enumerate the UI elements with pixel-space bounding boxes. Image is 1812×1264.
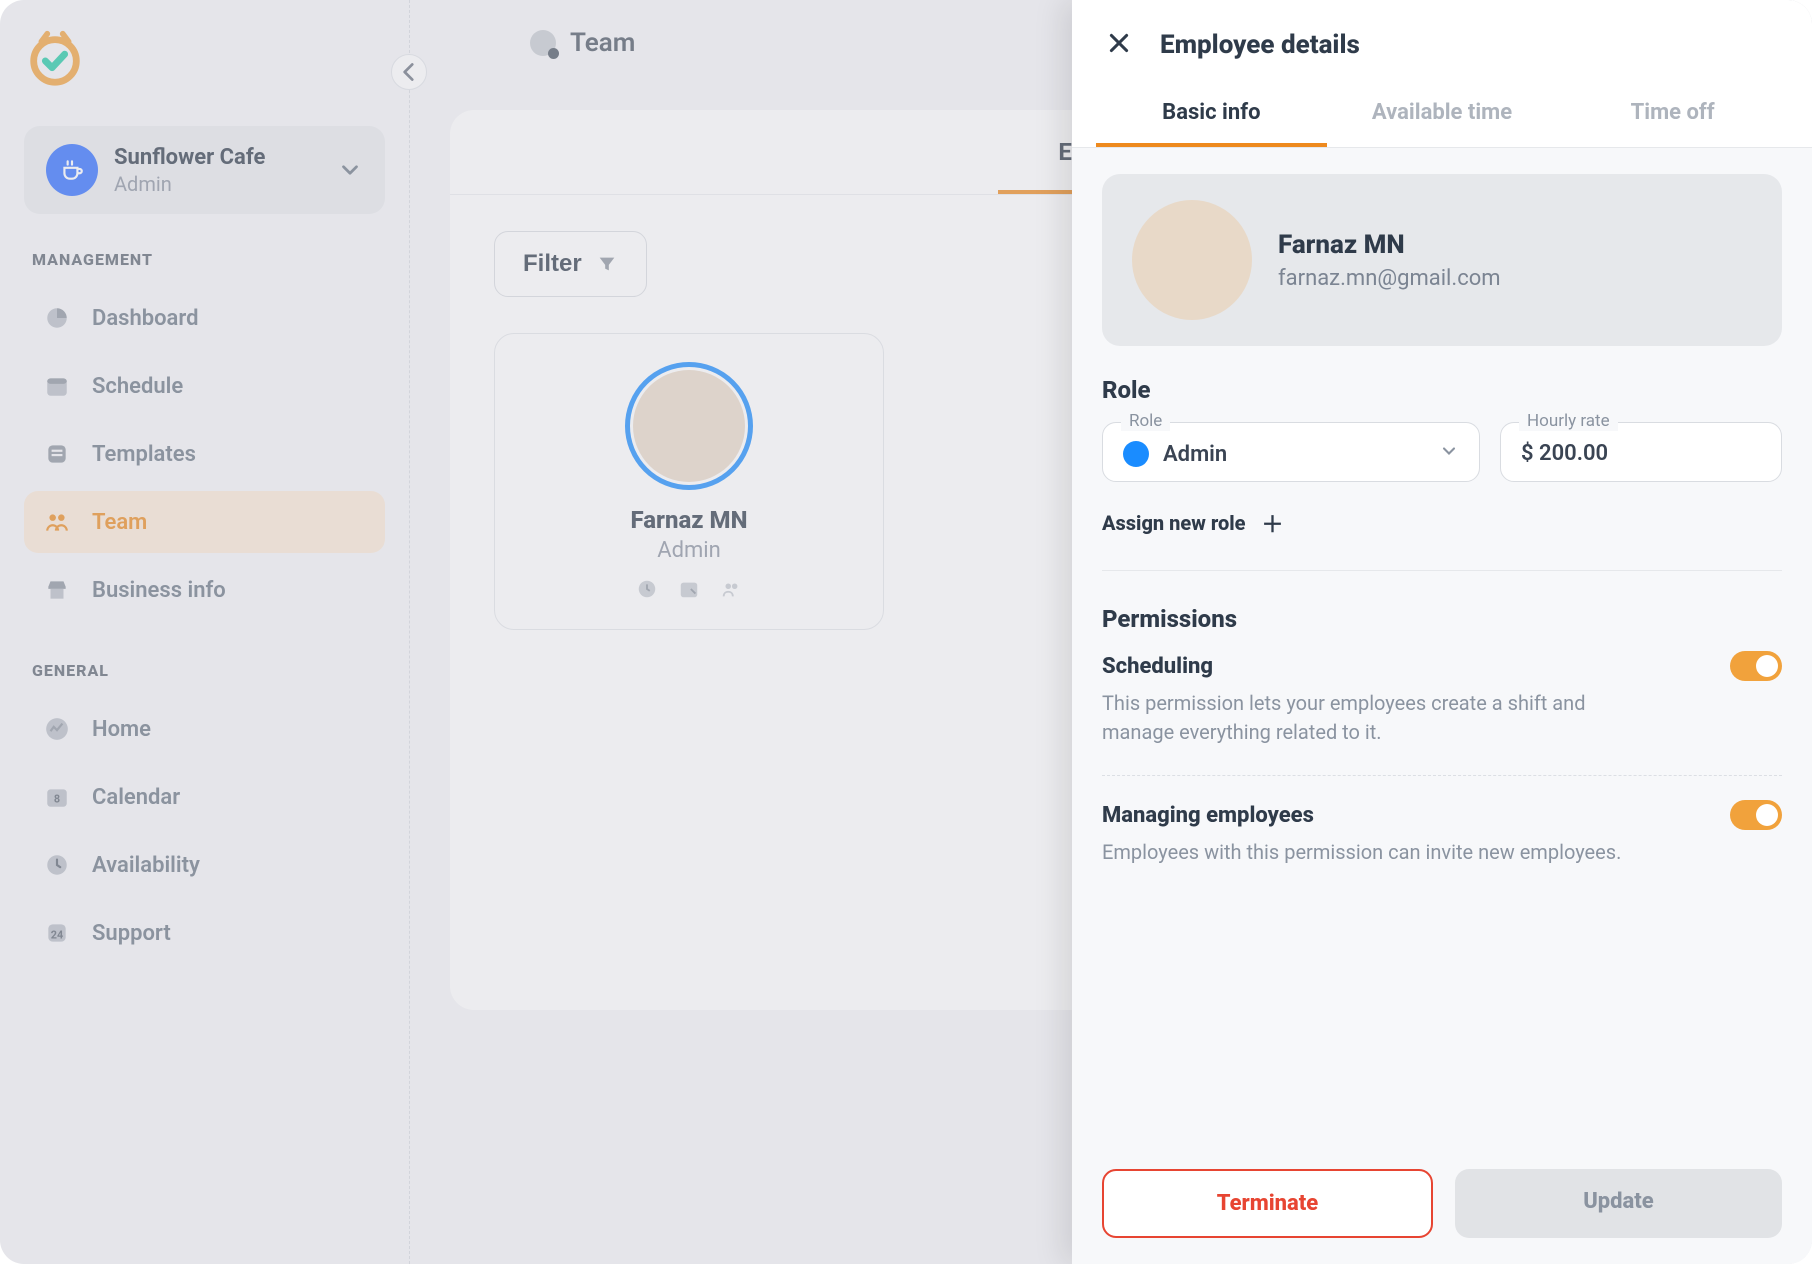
sidebar-item-label: Schedule <box>92 374 183 399</box>
calendar-day-icon: 8 <box>42 782 72 812</box>
people-icon <box>719 577 743 601</box>
sidebar-item-label: Dashboard <box>92 306 198 331</box>
workspace-role: Admin <box>114 172 321 196</box>
svg-text:8: 8 <box>54 792 60 805</box>
rate-value: $ 200.00 <box>1521 441 1761 466</box>
sidebar-item-home[interactable]: Home <box>24 698 385 760</box>
divider <box>1102 570 1782 571</box>
permission-title: Scheduling <box>1102 654 1213 679</box>
drawer-footer: Terminate Update <box>1072 1147 1812 1264</box>
sidebar-item-label: Templates <box>92 442 196 467</box>
permission-title: Managing employees <box>1102 803 1314 828</box>
workspace-icon <box>46 144 98 196</box>
close-icon <box>1106 30 1132 56</box>
employee-capabilities <box>635 577 743 601</box>
role-field-label: Role <box>1121 411 1170 431</box>
sidebar-item-label: Home <box>92 717 151 742</box>
person-avatar <box>1132 200 1252 320</box>
templates-icon <box>42 439 72 469</box>
sidebar-item-dashboard[interactable]: Dashboard <box>24 287 385 349</box>
assign-new-role-button[interactable]: Assign new role ＋ <box>1102 510 1782 536</box>
sidebar-item-calendar[interactable]: 8 Calendar <box>24 766 385 828</box>
sidebar-item-support[interactable]: 24 Support <box>24 902 385 964</box>
permission-managing-toggle[interactable] <box>1730 800 1782 830</box>
permission-managing-employees: Managing employees Employees with this p… <box>1102 800 1782 895</box>
chevron-down-icon <box>1439 441 1459 467</box>
rate-field-label: Hourly rate <box>1519 411 1618 431</box>
svg-text:24: 24 <box>51 928 63 941</box>
plus-icon: ＋ <box>1259 510 1285 536</box>
sidebar-item-label: Calendar <box>92 785 180 810</box>
app-root: Sunflower Cafe Admin MANAGEMENT Dashboar… <box>0 0 1812 1264</box>
app-logo <box>24 28 86 90</box>
permission-description: Employees with this permission can invit… <box>1102 838 1662 867</box>
workspace-selector[interactable]: Sunflower Cafe Admin <box>24 126 385 214</box>
clock-icon <box>635 577 659 601</box>
tab-basic-info[interactable]: Basic info <box>1096 86 1327 147</box>
store-icon <box>42 575 72 605</box>
sidebar-item-label: Support <box>92 921 171 946</box>
drawer-tab-row: Basic info Available time Time off <box>1072 86 1812 148</box>
employee-avatar <box>625 362 753 490</box>
workspace-name: Sunflower Cafe <box>114 145 321 170</box>
filter-button[interactable]: Filter <box>494 231 647 297</box>
calendar-edit-icon <box>677 577 701 601</box>
role-value: Admin <box>1163 442 1227 467</box>
person-email: farnaz.mn@gmail.com <box>1278 266 1501 291</box>
home-icon <box>42 714 72 744</box>
pie-icon <box>42 303 72 333</box>
sidebar-item-label: Business info <box>92 578 226 603</box>
breadcrumb-label: Team <box>570 28 635 58</box>
drawer-header: Employee details <box>1072 0 1812 86</box>
sidebar-item-availability[interactable]: Availability <box>24 834 385 896</box>
role-select[interactable]: Role Admin <box>1102 422 1480 482</box>
sidebar-item-schedule[interactable]: Schedule <box>24 355 385 417</box>
filter-icon <box>596 253 618 275</box>
section-label-general: GENERAL <box>32 661 377 680</box>
calendar-icon <box>42 371 72 401</box>
assign-new-role-label: Assign new role <box>1102 511 1245 535</box>
person-name: Farnaz MN <box>1278 230 1501 260</box>
team-icon <box>42 507 72 537</box>
tab-available-time[interactable]: Available time <box>1327 86 1558 147</box>
employee-details-drawer: Employee details Basic info Available ti… <box>1072 0 1812 1264</box>
tab-time-off[interactable]: Time off <box>1557 86 1788 147</box>
permission-description: This permission lets your employees crea… <box>1102 689 1662 747</box>
employee-name: Farnaz MN <box>631 506 748 534</box>
clock-icon <box>42 850 72 880</box>
sidebar: Sunflower Cafe Admin MANAGEMENT Dashboar… <box>0 0 410 1264</box>
section-role-heading: Role <box>1102 376 1782 404</box>
sidebar-item-label: Availability <box>92 853 200 878</box>
drawer-title: Employee details <box>1160 30 1360 60</box>
coffee-icon <box>59 157 85 183</box>
search-icon[interactable] <box>530 30 556 56</box>
employee-card[interactable]: Farnaz MN Admin <box>494 333 884 630</box>
sidebar-collapse-button[interactable] <box>391 54 427 90</box>
employee-role: Admin <box>657 538 721 563</box>
sidebar-item-label: Team <box>92 510 147 535</box>
support-icon: 24 <box>42 918 72 948</box>
filter-label: Filter <box>523 250 582 278</box>
hourly-rate-input[interactable]: Hourly rate $ 200.00 <box>1500 422 1782 482</box>
chevron-left-icon <box>396 59 422 85</box>
section-permissions-heading: Permissions <box>1102 605 1782 633</box>
close-button[interactable] <box>1106 30 1136 60</box>
chevron-down-icon <box>337 157 363 183</box>
section-label-management: MANAGEMENT <box>32 250 377 269</box>
permission-scheduling-toggle[interactable] <box>1730 651 1782 681</box>
role-color-dot <box>1123 441 1149 467</box>
terminate-button[interactable]: Terminate <box>1102 1169 1433 1238</box>
permission-scheduling: Scheduling This permission lets your emp… <box>1102 651 1782 776</box>
sidebar-item-business-info[interactable]: Business info <box>24 559 385 621</box>
sidebar-item-team[interactable]: Team <box>24 491 385 553</box>
drawer-body: Farnaz MN farnaz.mn@gmail.com Role Role … <box>1072 148 1812 1147</box>
sidebar-item-templates[interactable]: Templates <box>24 423 385 485</box>
person-card: Farnaz MN farnaz.mn@gmail.com <box>1102 174 1782 346</box>
update-button[interactable]: Update <box>1455 1169 1782 1238</box>
